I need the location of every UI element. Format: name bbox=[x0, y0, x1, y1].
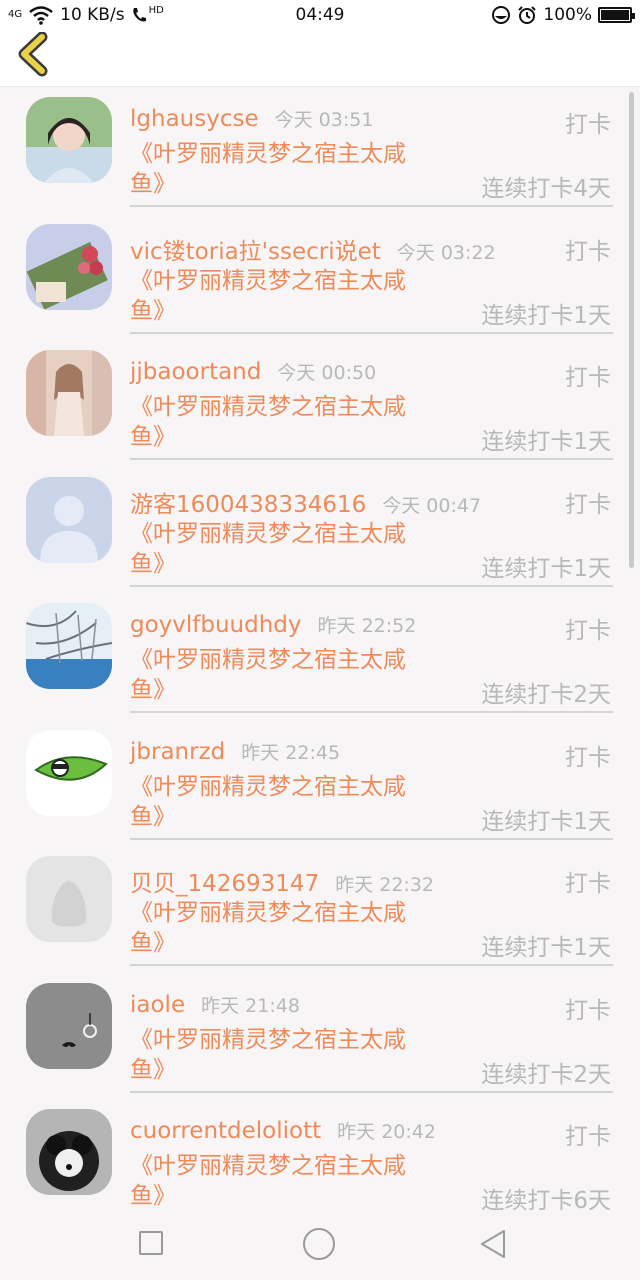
streak-count: 连续打卡2天 bbox=[481, 682, 611, 708]
list-item-info: jjbaoortand 今天 00:50 打卡《叶罗丽精灵梦之宿主太咸鱼》连续打卡1… bbox=[130, 340, 613, 460]
checkin-label: 打卡 bbox=[565, 997, 611, 1024]
checkin-label: 打卡 bbox=[565, 112, 611, 138]
book-title[interactable]: 《叶罗丽精灵梦之宿主太咸鱼》 bbox=[130, 392, 440, 452]
timestamp: 今天 03:51 bbox=[274, 109, 374, 131]
status-bar: 4G 10 KB/s HD 04:49 100% bbox=[0, 0, 640, 32]
book-title[interactable]: 《叶罗丽精灵梦之宿主太咸鱼》 bbox=[130, 772, 440, 832]
book-title[interactable]: 《叶罗丽精灵梦之宿主太咸鱼》 bbox=[130, 1025, 440, 1085]
book-title[interactable]: 《叶罗丽精灵梦之宿主太咸鱼》 bbox=[130, 645, 440, 705]
avatar[interactable] bbox=[26, 856, 112, 942]
list-item-info: cuorrentdeloliott 昨天 20:42 打卡《叶罗丽精灵梦之宿主太咸鱼… bbox=[130, 1099, 613, 1210]
streak-count: 连续打卡1天 bbox=[481, 935, 611, 961]
checkin-label: 打卡 bbox=[565, 238, 611, 265]
avatar[interactable] bbox=[26, 97, 112, 183]
top-bar bbox=[0, 31, 640, 87]
username[interactable]: cuorrentdeloliott 昨天 20:42 bbox=[130, 1117, 436, 1144]
timestamp: 昨天 22:52 bbox=[317, 615, 417, 637]
avatar[interactable] bbox=[26, 1109, 112, 1195]
checkin-label: 打卡 bbox=[565, 744, 611, 771]
username[interactable]: iaole 昨天 21:48 bbox=[130, 991, 300, 1018]
list-item[interactable]: lghausycse 今天 03:51 打卡《叶罗丽精灵梦之宿主太咸鱼》连续打卡4天 bbox=[0, 87, 640, 213]
list-item[interactable]: vic镂toria拉'ssecri说et 今天 03:22 打卡《叶罗丽精灵梦之宿主… bbox=[0, 214, 640, 340]
avatar[interactable] bbox=[26, 223, 112, 310]
timestamp: 昨天 22:45 bbox=[241, 741, 341, 764]
timestamp: 昨天 21:48 bbox=[201, 994, 300, 1017]
streak-count: 连续打卡1天 bbox=[481, 429, 611, 455]
scrollbar[interactable] bbox=[629, 92, 634, 568]
list-item[interactable]: jjbaoortand 今天 00:50 打卡《叶罗丽精灵梦之宿主太咸鱼》连续打卡1… bbox=[0, 340, 640, 466]
timestamp: 今天 00:50 bbox=[277, 362, 377, 384]
list-item[interactable]: 游客1600438334616 今天 00:47 打卡《叶罗丽精灵梦之宿主太咸鱼》连… bbox=[0, 467, 640, 593]
list-item-info: 贝贝_142693147 昨天 22:32 打卡《叶罗丽精灵梦之宿主太咸鱼》连续打卡… bbox=[130, 846, 613, 966]
list-item[interactable]: cuorrentdeloliott 昨天 20:42 打卡《叶罗丽精灵梦之宿主太咸鱼… bbox=[0, 1099, 640, 1210]
avatar[interactable] bbox=[26, 729, 112, 816]
checkin-label: 打卡 bbox=[565, 1124, 611, 1150]
checkin-label: 打卡 bbox=[565, 618, 611, 644]
checkin-label: 打卡 bbox=[565, 491, 611, 518]
list-item-info: goyvlfbuudhdy 昨天 22:52 打卡《叶罗丽精灵梦之宿主太咸鱼》连续打… bbox=[130, 593, 613, 713]
status-right: 100% bbox=[491, 5, 635, 25]
list-item-info: 游客1600438334616 今天 00:47 打卡《叶罗丽精灵梦之宿主太咸鱼》连… bbox=[130, 467, 613, 587]
username[interactable]: 贝贝_142693147 昨天 22:32 bbox=[130, 864, 434, 898]
streak-count: 连续打卡1天 bbox=[481, 808, 611, 835]
checkin-label: 打卡 bbox=[565, 871, 611, 897]
checkin-label: 打卡 bbox=[565, 365, 611, 391]
book-title[interactable]: 《叶罗丽精灵梦之宿主太咸鱼》 bbox=[130, 519, 440, 579]
list-item-info: jbranrzd 昨天 22:45 打卡《叶罗丽精灵梦之宿主太咸鱼》连续打卡1天 bbox=[130, 720, 613, 840]
username[interactable]: jjbaoortand 今天 00:50 bbox=[130, 358, 376, 385]
list-item[interactable]: goyvlfbuudhdy 昨天 22:52 打卡《叶罗丽精灵梦之宿主太咸鱼》连续打… bbox=[0, 593, 640, 719]
book-title[interactable]: 《叶罗丽精灵梦之宿主太咸鱼》 bbox=[130, 898, 440, 958]
list-item[interactable]: 贝贝_142693147 昨天 22:32 打卡《叶罗丽精灵梦之宿主太咸鱼》连续打卡… bbox=[0, 846, 640, 972]
checkin-list[interactable]: lghausycse 今天 03:51 打卡 《叶罗丽精灵梦之宿主太咸鱼》 连续打卡4天… bbox=[0, 87, 640, 1210]
timestamp: 今天 00:47 bbox=[382, 494, 482, 517]
chevron-left-icon bbox=[18, 31, 48, 77]
book-title[interactable]: 《叶罗丽精灵梦之宿主太咸鱼》 bbox=[130, 139, 440, 199]
avatar[interactable] bbox=[26, 603, 112, 689]
streak-count: 连续打卡2天 bbox=[481, 1061, 611, 1088]
back-button[interactable] bbox=[12, 31, 56, 84]
book-title[interactable]: 《叶罗丽精灵梦之宿主太咸鱼》 bbox=[130, 266, 440, 326]
home-button[interactable] bbox=[303, 1228, 335, 1260]
streak-count: 连续打卡6天 bbox=[481, 1188, 611, 1210]
battery-percent: 100% bbox=[543, 5, 592, 25]
avatar[interactable] bbox=[26, 982, 112, 1069]
streak-count: 连续打卡4天 bbox=[481, 176, 611, 202]
list-item[interactable]: iaole 昨天 21:48 打卡《叶罗丽精灵梦之宿主太咸鱼》连续打卡2天 bbox=[0, 973, 640, 1099]
system-nav-bar bbox=[0, 1210, 640, 1280]
list-item-info: iaole 昨天 21:48 打卡《叶罗丽精灵梦之宿主太咸鱼》连续打卡2天 bbox=[130, 973, 613, 1093]
list-item[interactable]: jbranrzd 昨天 22:45 打卡《叶罗丽精灵梦之宿主太咸鱼》连续打卡1天 bbox=[0, 720, 640, 846]
recent-apps-button[interactable] bbox=[139, 1231, 163, 1255]
avatar[interactable] bbox=[26, 476, 112, 563]
dnd-icon bbox=[492, 6, 511, 24]
username[interactable]: vic镂toria拉'ssecri说et 今天 03:22 bbox=[130, 232, 496, 266]
list-item-info: lghausycse 今天 03:51 打卡《叶罗丽精灵梦之宿主太咸鱼》连续打卡4天 bbox=[130, 87, 613, 207]
book-title[interactable]: 《叶罗丽精灵梦之宿主太咸鱼》 bbox=[130, 1151, 440, 1210]
username[interactable]: lghausycse 今天 03:51 bbox=[130, 105, 373, 132]
list-item-info: vic镂toria拉'ssecri说et 今天 03:22 打卡《叶罗丽精灵梦之宿主… bbox=[130, 214, 613, 334]
avatar[interactable] bbox=[26, 350, 112, 436]
username[interactable]: 游客1600438334616 今天 00:47 bbox=[130, 485, 481, 519]
timestamp: 昨天 22:32 bbox=[335, 874, 434, 896]
back-nav-button[interactable] bbox=[478, 1228, 508, 1260]
timestamp: 昨天 20:42 bbox=[337, 1121, 436, 1143]
timestamp: 今天 03:22 bbox=[396, 241, 496, 264]
streak-count: 连续打卡1天 bbox=[481, 302, 611, 329]
username[interactable]: goyvlfbuudhdy 昨天 22:52 bbox=[130, 611, 416, 638]
username[interactable]: jbranrzd 昨天 22:45 bbox=[130, 738, 340, 765]
streak-count: 连续打卡1天 bbox=[481, 555, 611, 582]
alarm-icon bbox=[518, 6, 537, 24]
battery-icon bbox=[598, 7, 635, 23]
